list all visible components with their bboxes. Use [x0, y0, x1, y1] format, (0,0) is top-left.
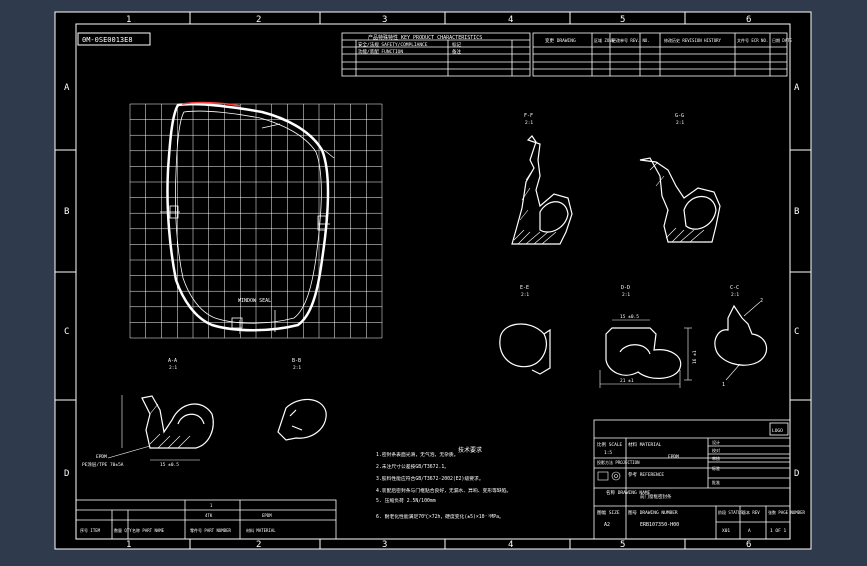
section-dd-name: D-D [621, 285, 630, 291]
dd-top-dim: 15 ±0.5 [620, 314, 639, 320]
bom-code-value: 4TK [205, 513, 213, 518]
section-ff-scale: 2:1 [525, 120, 533, 126]
row-label-left: C [64, 327, 69, 337]
date-label: 日期 DATE [772, 37, 793, 43]
section-gg-scale: 2:1 [676, 120, 684, 126]
column-label-bottom: 3 [382, 540, 387, 550]
column-label-bottom: 5 [620, 540, 625, 550]
note-line: 2.未注尺寸公差按GB/T3672.1。 [376, 463, 449, 470]
function-label: 功能/装配 FUNCTION [358, 48, 403, 55]
cc-callout-2: 2 [760, 298, 763, 304]
drawing-number-value: ERB107350-H00 [640, 522, 679, 528]
rev-no-label: 更改单号 REV. NO. [612, 37, 650, 43]
revision-history-label: 修改历史 REVISION HISTORY [664, 37, 722, 43]
drawing-number-label: 图号 DRAWING NUMBER [628, 510, 678, 516]
row-label-right: A [794, 83, 800, 93]
reference-label: 参考 REFERENCE [628, 471, 664, 478]
section-gg-name: G-G [675, 113, 684, 119]
note-line: 1.密封条表面光滑，无气泡，无杂质。 [376, 451, 459, 458]
column-label-top: 3 [382, 15, 387, 25]
row-label-left: D [64, 469, 69, 479]
drawing-sheet[interactable]: 1 2 3 4 5 6 1 2 3 4 5 6 A B C D A B C D 0M-0SE0013E8 产品特… [0, 0, 867, 562]
bom-material-value: EPDM [262, 513, 272, 518]
section-ff-name: F-F [524, 113, 533, 119]
safety-label: 安全/法规 SAFETY/COMPLIANCE [358, 41, 428, 48]
row-label-right: C [794, 327, 799, 337]
row-label-left: A [64, 83, 70, 93]
section-bb-scale: 2:1 [293, 365, 301, 371]
bom-material-label: 材料 MATERIAL [246, 527, 276, 533]
cc-callout-1: 1 [722, 382, 725, 388]
dd-height-dim: 16 ±1 [692, 350, 698, 364]
column-label-bottom: 6 [746, 540, 751, 550]
status-value: X01 [722, 528, 730, 534]
section-cc-scale: 2:1 [731, 292, 739, 298]
bom-part-number-label: 零件号 PART NUMBER [190, 527, 231, 533]
title-block-logo: LOGO [772, 428, 783, 434]
sheet-value: 1 OF 1 [770, 528, 787, 534]
section-ee-scale: 2:1 [521, 292, 529, 298]
projection-label: 投影方法 PROJECTION [597, 459, 640, 465]
drawing-name-value: 前门窗框密封条 [640, 493, 672, 500]
sign-row-label: 设计 [712, 439, 720, 445]
ecr-no-label: 文件号 ECR NO. [737, 37, 768, 43]
section-aa-name: A-A [168, 358, 177, 364]
column-label-top: 5 [620, 15, 625, 25]
row-label-left: B [64, 207, 69, 217]
rev-label: 版本 REV [742, 509, 760, 515]
aa-coating-note: PE涂层/TPE 70±5A [82, 461, 124, 468]
note-line: 5. 压缩负荷 2.5N/100mm [376, 497, 436, 504]
bom-part-name-label: 名称 PART NAME [132, 527, 165, 533]
note-label: 备注 [452, 48, 461, 55]
note-line: 4.装配后密封条与门框贴合良好，无漏水、异响、变形等缺陷。 [376, 487, 511, 494]
row-label-right: D [794, 469, 799, 479]
note-line: 3.胶料性能应符合GB/T3672-2002(E2)级要求。 [376, 475, 484, 482]
sheet-label: 张数 PAGE NUMBER [768, 509, 805, 515]
sign-row-label: 审核 [712, 455, 720, 461]
column-label-top: 6 [746, 15, 751, 25]
drawing-change-label: 变更 DRAWING [545, 37, 576, 44]
column-label-top: 4 [508, 15, 513, 25]
dd-width-dim: 21 ±1 [620, 378, 634, 384]
doc-code: 0M-0SE0013E8 [82, 36, 133, 44]
product-char-heading: 产品特殊特性 KEY PRODUCT CHARACTERISTICS [368, 34, 482, 41]
column-label-bottom: 2 [256, 540, 261, 550]
mark-label: 标记 [452, 41, 461, 48]
section-ee-name: E-E [520, 285, 529, 291]
sign-row-label: 标准 [712, 465, 720, 471]
sign-row-label: 批准 [712, 479, 720, 485]
row-label-right: B [794, 207, 799, 217]
section-dd-scale: 2:1 [622, 292, 630, 298]
material-label: 材料 MATERIAL [628, 441, 662, 448]
note-line: 6. 耐老化性能满足70℃×72h，硬度变化(±5)×10⁻³MPa。 [376, 513, 504, 520]
section-aa-scale: 2:1 [169, 365, 177, 371]
size-label: 图幅 SIZE [597, 509, 620, 516]
column-label-bottom: 1 [126, 540, 131, 550]
bom-item-label: 序号 ITEM [80, 527, 101, 533]
column-label-bottom: 4 [508, 540, 513, 550]
column-label-top: 2 [256, 15, 261, 25]
column-label-top: 1 [126, 15, 131, 25]
scale-value: 1:5 [604, 450, 612, 456]
cad-drawing-viewport[interactable]: 1 2 3 4 5 6 1 2 3 4 5 6 A B C D A B C D 0M-0SE0013E8 产品特… [0, 0, 867, 562]
aa-material-note: EPDM [96, 454, 107, 460]
material-value: EPDM [668, 454, 679, 460]
sign-row-label: 校对 [712, 447, 720, 453]
main-view-label: WINDOW SEAL [238, 298, 271, 304]
rev-value: A [748, 528, 751, 534]
notes-title: 技术要求 [458, 446, 482, 454]
scale-label: 比例 SCALE [597, 441, 623, 448]
section-cc-name: C-C [730, 285, 739, 291]
status-label: 阶段 STATUS [718, 509, 743, 515]
bom-qty-label: 数量 QTY [114, 527, 132, 533]
aa-bottom-dim: 15 ±0.5 [160, 462, 179, 468]
size-value: A2 [604, 522, 610, 528]
section-bb-name: B-B [292, 358, 301, 364]
